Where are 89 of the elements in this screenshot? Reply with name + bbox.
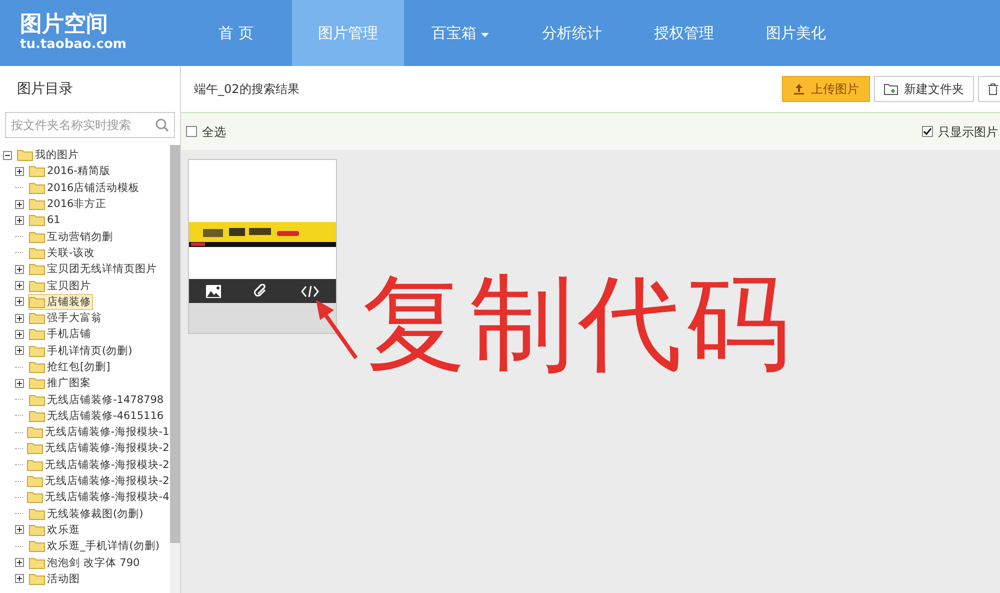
folder-add-icon: [884, 83, 898, 95]
image-icon[interactable]: [206, 284, 221, 298]
folder-icon: [29, 508, 45, 520]
tree-item[interactable]: 宝贝团无线详情页图片: [28, 261, 159, 278]
tree-item[interactable]: 抢红包[勿删]: [28, 359, 112, 375]
tree-item[interactable]: 互动营销勿删: [28, 228, 115, 245]
tree-item[interactable]: 2016店铺活动模板: [28, 180, 142, 196]
result-title: 端午_02的搜索结果: [194, 81, 300, 98]
folder-icon: [29, 394, 45, 406]
delete-button[interactable]: [978, 76, 1000, 102]
checkbox[interactable]: [922, 126, 933, 137]
folder-icon: [29, 540, 45, 552]
folder-icon: [29, 328, 45, 340]
tree-item[interactable]: 无线店铺装修-海报模块-1: [26, 424, 170, 440]
expand-icon[interactable]: [15, 314, 24, 323]
folder-icon: [29, 296, 45, 308]
checkbox[interactable]: [186, 126, 197, 137]
folder-icon: [29, 230, 45, 243]
tree-item[interactable]: 61: [28, 212, 62, 228]
select-all-checkbox[interactable]: 全选: [186, 122, 226, 140]
tree-item[interactable]: 无线店铺装修-海报模块-2: [26, 440, 170, 456]
upload-button[interactable]: 上传图片: [782, 76, 870, 102]
folder-icon: [29, 246, 45, 259]
folder-icon: [27, 442, 43, 454]
folder-icon: [29, 312, 45, 324]
search-icon[interactable]: [155, 118, 169, 132]
tree-item[interactable]: 宝贝图片: [28, 278, 93, 294]
folder-icon: [29, 214, 45, 226]
trash-icon: [987, 83, 999, 95]
tree-item[interactable]: 欢乐逛_手机详情(勿删): [28, 538, 162, 554]
upload-icon: [793, 83, 805, 95]
expand-icon[interactable]: [15, 346, 24, 356]
tree-item[interactable]: 无线店铺装修-海报模块-4: [26, 489, 170, 506]
folder-icon: [29, 344, 45, 357]
handwritten-annotation: 复制代码: [362, 261, 794, 386]
tree-item[interactable]: 手机店铺: [28, 326, 93, 342]
expand-icon[interactable]: [15, 166, 24, 176]
folder-icon: [27, 475, 43, 488]
code-icon[interactable]: [301, 284, 320, 298]
expand-icon[interactable]: [15, 378, 24, 388]
folder-icon: [29, 182, 45, 194]
sidebar-title: 图片目录: [16, 80, 74, 98]
folder-icon: [27, 426, 43, 438]
search-field[interactable]: 按文件夹名称实时搜索: [5, 112, 175, 138]
tree-item[interactable]: 强手大富翁: [28, 310, 104, 326]
tree-item[interactable]: 2016非方正: [28, 196, 109, 212]
folder-icon: [27, 458, 43, 471]
folder-icon: [27, 491, 43, 504]
folder-icon: [29, 410, 45, 422]
new-folder-button[interactable]: 新建文件夹: [874, 76, 974, 102]
tree-item[interactable]: 无线装修裁图(勿删): [28, 506, 146, 522]
folder-icon: [29, 198, 45, 210]
folder-icon: [29, 377, 45, 390]
tree-item[interactable]: 活动图: [28, 570, 82, 587]
tree-item[interactable]: 无线店铺装修-1478798: [28, 392, 166, 408]
folder-icon: [29, 556, 45, 569]
expand-icon[interactable]: [15, 574, 24, 584]
folder-icon: [29, 165, 45, 178]
tree-item[interactable]: 欢乐逛: [28, 522, 82, 538]
tree-item[interactable]: 推广图案: [28, 375, 93, 392]
expand-icon[interactable]: [15, 525, 24, 534]
expand-icon[interactable]: [15, 330, 24, 339]
expand-icon[interactable]: [15, 200, 24, 209]
tree-item[interactable]: 无线店铺装修-4615116: [28, 408, 166, 424]
expand-icon[interactable]: [15, 264, 24, 274]
expand-icon[interactable]: [15, 216, 24, 225]
expand-icon[interactable]: [15, 281, 24, 290]
paperclip-icon[interactable]: [254, 284, 268, 298]
tree-item[interactable]: 店铺装修: [28, 294, 93, 310]
tree-item[interactable]: 我的图片: [16, 147, 81, 164]
tree-item[interactable]: 泡泡剑 改字体 790: [28, 554, 142, 571]
tree-item[interactable]: 无线店铺装修-海报模块-2: [26, 456, 170, 473]
image-card[interactable]: [188, 159, 337, 334]
tree-item[interactable]: 无线店铺装修-海报模块-2: [26, 473, 170, 490]
tree-item[interactable]: 关联-该改: [28, 244, 97, 261]
folder-icon: [29, 524, 45, 536]
annotation-arrow: [316, 300, 358, 360]
scrollbar[interactable]: [170, 145, 180, 593]
folder-icon: [17, 149, 33, 162]
images-only-checkbox[interactable]: 只显示图片: [922, 122, 998, 140]
expand-icon[interactable]: [15, 558, 24, 568]
tree-item[interactable]: 2016-精简版: [28, 163, 113, 180]
expand-icon[interactable]: [15, 297, 24, 306]
tree-item[interactable]: 手机详情页(勿删): [28, 342, 134, 359]
folder-icon: [29, 361, 45, 373]
folder-icon: [29, 572, 45, 585]
caret-icon: [480, 33, 488, 37]
collapse-icon[interactable]: [3, 150, 12, 160]
folder-icon: [29, 263, 45, 276]
